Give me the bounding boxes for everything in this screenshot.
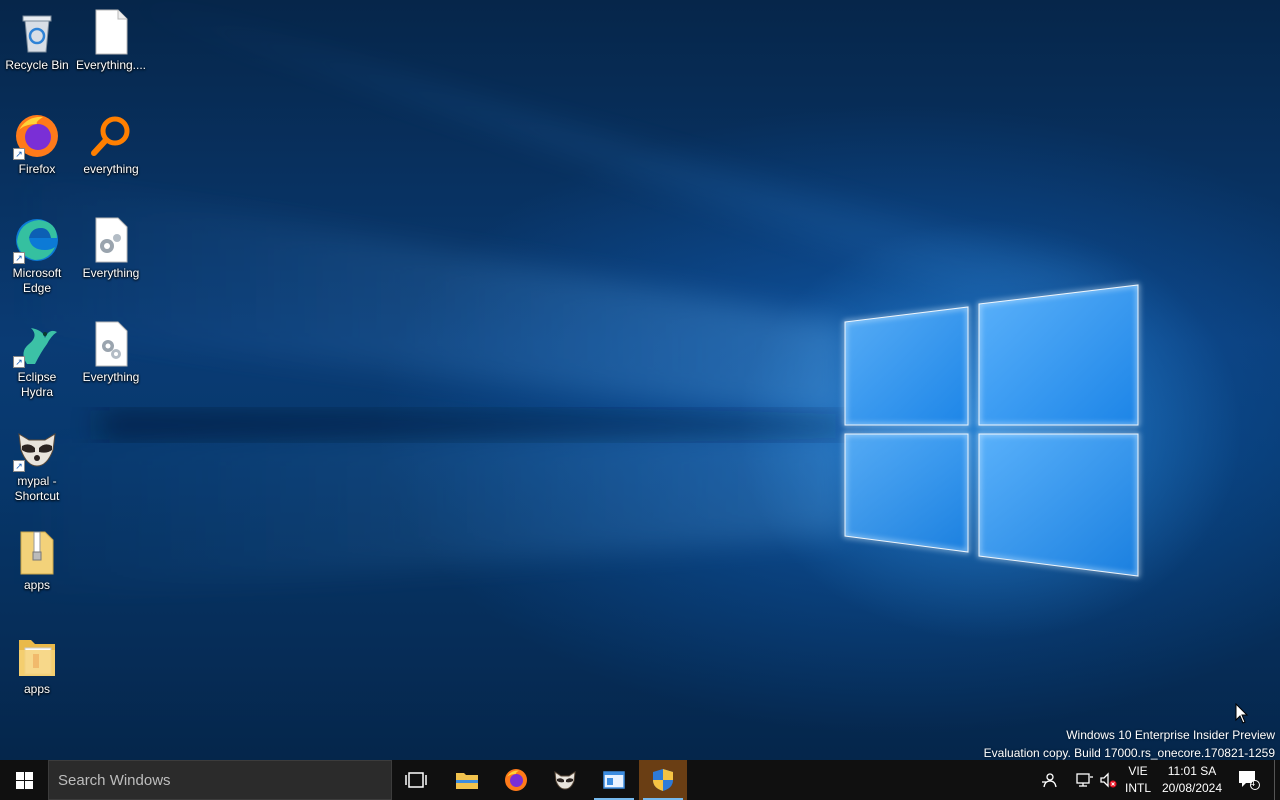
notification-icon xyxy=(1239,771,1260,790)
task-view-icon xyxy=(405,772,427,788)
desktop-icon-label: Microsoft Edge xyxy=(12,266,62,295)
desktop-icon-label: Everything xyxy=(82,370,140,384)
desktop-icon-apps-folder[interactable]: apps xyxy=(0,632,74,697)
magnifier-icon xyxy=(87,112,135,160)
desktop-icon-label: Firefox xyxy=(18,162,56,176)
taskbar-search-box[interactable] xyxy=(48,760,392,800)
watermark-line-2: Evaluation copy. Build 17000.rs_onecore.… xyxy=(983,746,1275,760)
people-button[interactable] xyxy=(1038,760,1060,800)
desktop-icon-eclipse-hydra[interactable]: ↗ Eclipse Hydra xyxy=(0,320,74,400)
desktop-icon-everything-config-1[interactable]: Everything xyxy=(74,216,148,281)
notification-count-badge: 4 xyxy=(1250,778,1256,788)
taskbar-app-window[interactable] xyxy=(590,760,638,800)
desktop-icon-firefox[interactable]: ↗ Firefox xyxy=(0,112,74,177)
hydra-icon: ↗ xyxy=(13,320,61,368)
volume-button[interactable] xyxy=(1097,760,1119,800)
desktop-icon-everything-config-2[interactable]: Everything xyxy=(74,320,148,385)
watermark-line-1: Windows 10 Enterprise Insider Preview xyxy=(1066,728,1275,742)
desktop-icon-recycle-bin[interactable]: Recycle Bin xyxy=(0,8,74,73)
desktop-icon-apps-zip[interactable]: apps xyxy=(0,528,74,593)
desktop-icon-label: apps xyxy=(23,578,51,592)
wallpaper xyxy=(0,0,1139,600)
windows-build-watermark: Windows 10 Enterprise Insider Preview Ev… xyxy=(984,726,1275,760)
shortcut-arrow-icon: ↗ xyxy=(13,356,25,368)
blank-document-icon xyxy=(87,8,135,56)
window-icon xyxy=(603,771,625,789)
task-view-button[interactable] xyxy=(392,760,440,800)
desktop-icon-label: apps xyxy=(23,682,51,696)
desktop-icon-label: Everything xyxy=(82,266,140,280)
shortcut-arrow-icon: ↗ xyxy=(13,148,25,160)
desktop-icon-mypal[interactable]: ↗ mypal - Shortcut xyxy=(0,424,74,504)
windows-logo-icon xyxy=(15,771,33,789)
desktop-icon-label: Everything.... xyxy=(75,58,147,72)
people-icon xyxy=(1042,773,1057,788)
language-code: VIE xyxy=(1128,764,1148,778)
firefox-icon xyxy=(505,769,527,791)
desktop-icon-label: mypal - Shortcut xyxy=(14,474,60,503)
taskbar-app-mypal[interactable] xyxy=(541,760,589,800)
input-language-indicator[interactable]: VIE INTL xyxy=(1122,760,1154,800)
shortcut-arrow-icon: ↗ xyxy=(13,252,25,264)
start-button[interactable] xyxy=(0,760,48,800)
desktop-icon-edge[interactable]: ↗ Microsoft Edge xyxy=(0,216,74,296)
clock-date: 20/08/2024 xyxy=(1161,781,1223,795)
uac-shield-icon xyxy=(653,769,673,791)
taskbar-app-file-explorer[interactable] xyxy=(443,760,491,800)
mouse-cursor-icon xyxy=(1235,703,1249,724)
clock[interactable]: 11:01 SA 20/08/2024 xyxy=(1158,760,1226,800)
settings-document-icon xyxy=(87,216,135,264)
show-desktop-button[interactable] xyxy=(1274,760,1280,800)
network-button[interactable] xyxy=(1074,760,1096,800)
recycle-bin-icon xyxy=(13,8,61,56)
action-center-button[interactable]: 4 xyxy=(1234,760,1264,800)
keyboard-layout: INTL xyxy=(1124,781,1151,795)
firefox-icon: ↗ xyxy=(13,112,61,160)
taskbar-app-firefox[interactable] xyxy=(492,760,540,800)
desktop-icon-label: everything xyxy=(83,162,139,176)
edge-icon: ↗ xyxy=(13,216,61,264)
volume-muted-icon xyxy=(1100,772,1117,788)
settings-document-icon xyxy=(87,320,135,368)
search-input[interactable] xyxy=(56,770,380,790)
clock-time: 11:01 SA xyxy=(1167,764,1217,778)
desktop-icon-everything-search[interactable]: everything xyxy=(74,112,148,177)
desktop[interactable]: Recycle Bin Everything.... ↗ Firefox eve… xyxy=(0,0,1280,760)
shortcut-arrow-icon: ↗ xyxy=(13,460,25,472)
desktop-icon-label: Recycle Bin xyxy=(5,58,69,72)
desktop-icon-label: Eclipse Hydra xyxy=(17,370,57,399)
taskbar: VIE INTL 11:01 SA 20/08/2024 4 xyxy=(0,760,1280,800)
zip-folder-icon xyxy=(13,528,61,576)
folder-icon xyxy=(456,773,478,789)
taskbar-app-uac[interactable] xyxy=(639,760,687,800)
folder-icon xyxy=(13,632,61,680)
raccoon-icon xyxy=(554,770,576,790)
raccoon-icon: ↗ xyxy=(13,424,61,472)
network-icon xyxy=(1076,773,1093,787)
desktop-icon-everything-file[interactable]: Everything.... xyxy=(74,8,148,73)
